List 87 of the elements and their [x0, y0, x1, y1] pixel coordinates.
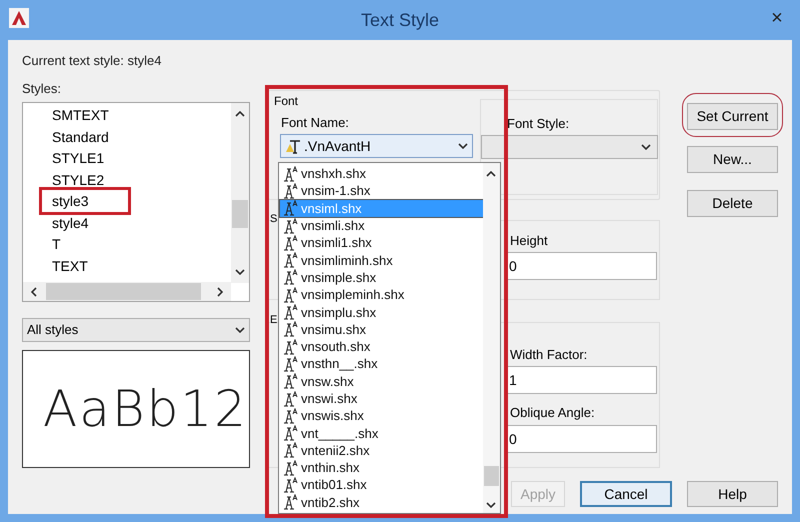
font-name-dropdown[interactable]: .VnAvantH	[280, 134, 473, 158]
side-button[interactable]: Set Current	[687, 103, 778, 130]
chevron-down-icon	[641, 144, 651, 150]
font-option[interactable]: vnsouth.shx	[280, 338, 485, 356]
font-name-label: Font Name:	[281, 114, 349, 132]
scroll-thumb[interactable]	[232, 200, 248, 228]
width-factor-field[interactable]: 1	[505, 366, 657, 394]
font-file-icon	[282, 166, 298, 182]
font-option[interactable]: vnsimli.shx	[280, 216, 485, 234]
font-style-dropdown[interactable]	[481, 135, 658, 159]
font-file-icon	[282, 476, 298, 493]
font-file-icon	[282, 408, 298, 424]
styles-label: Styles:	[22, 80, 62, 98]
font-file-icon	[282, 460, 298, 476]
font-file-icon	[282, 425, 298, 442]
vertical-scrollbar[interactable]	[231, 103, 249, 283]
scroll-up-icon	[486, 171, 496, 177]
chevron-down-icon	[458, 143, 468, 149]
horizontal-scrollbar[interactable]	[23, 282, 231, 301]
oblique-angle-field[interactable]: 0	[505, 425, 657, 453]
scroll-thumb[interactable]	[484, 466, 499, 486]
font-option[interactable]: vnshxh.shx	[280, 165, 485, 182]
scroll-thumb[interactable]	[46, 283, 201, 300]
style-item[interactable]: style3	[51, 191, 110, 212]
dialog-button[interactable]: Cancel	[580, 481, 672, 507]
group-label: E	[270, 314, 278, 327]
style-item[interactable]: Standard	[51, 126, 110, 148]
scroll-right-icon	[217, 287, 223, 297]
font-option[interactable]: vnt_____.shx	[280, 424, 485, 442]
height-label: Height	[510, 232, 548, 250]
scroll-left-icon	[31, 287, 37, 297]
font-file-icon	[282, 442, 298, 458]
scroll-up-icon	[235, 111, 245, 117]
truetype-font-icon	[285, 138, 301, 154]
font-option[interactable]: vnsthn__.shx	[280, 355, 485, 373]
font-file-icon	[282, 182, 298, 199]
font-file-icon	[282, 494, 298, 510]
font-file-icon	[282, 269, 298, 286]
font-file-icon	[282, 200, 298, 216]
font-file-icon	[282, 286, 298, 303]
style-item[interactable]: TEXT	[51, 256, 110, 277]
font-file-icon	[282, 234, 298, 251]
font-option[interactable]: vnsimple.shx	[280, 268, 485, 286]
side-button[interactable]: Delete	[687, 190, 778, 217]
font-file-icon	[282, 252, 298, 268]
font-file-icon	[282, 356, 298, 372]
font-option[interactable]: vnsimli1.shx	[280, 234, 485, 252]
font-file-icon	[282, 321, 298, 338]
vertical-scrollbar[interactable]	[483, 163, 500, 513]
font-file-icon	[282, 390, 298, 406]
oblique-angle-label: Oblique Angle:	[510, 404, 595, 422]
style-item[interactable]: STYLE1	[51, 148, 110, 170]
font-option[interactable]: vnswis.shx	[280, 407, 485, 424]
side-button[interactable]: New...	[687, 146, 778, 173]
group-label: S	[270, 213, 278, 226]
app-logo-icon	[9, 8, 29, 28]
close-button[interactable]: ×	[764, 6, 790, 30]
width-factor-label: Width Factor:	[510, 346, 588, 364]
font-option[interactable]: vnswi.shx	[280, 390, 485, 408]
font-option[interactable]: vntib01.shx	[280, 476, 485, 494]
preview-text: AaBb12	[43, 379, 248, 439]
scroll-down-icon	[235, 269, 245, 275]
font-file-icon	[282, 304, 298, 320]
chevron-down-icon	[235, 327, 245, 333]
font-option[interactable]: vnsimu.shx	[280, 320, 485, 338]
font-option[interactable]: vnsimpleminh.shx	[280, 286, 485, 304]
font-option[interactable]: vntib2.shx	[280, 494, 485, 511]
height-field[interactable]: 0	[505, 252, 657, 280]
style-item[interactable]: T	[51, 234, 110, 256]
style-item[interactable]: SMTEXT	[51, 105, 110, 126]
font-option[interactable]: vnsw.shx	[280, 372, 485, 390]
font-file-icon	[282, 373, 298, 390]
font-option[interactable]: vnthin.shx	[280, 459, 485, 476]
styles-filter-dropdown[interactable]: All styles	[22, 318, 250, 342]
font-option[interactable]: vnsimplu.shx	[280, 303, 485, 321]
font-file-icon	[282, 218, 298, 234]
window-title: Text Style	[360, 8, 440, 32]
scroll-down-icon	[486, 502, 496, 508]
font-option[interactable]: vntenii2.shx	[280, 442, 485, 460]
font-option[interactable]: vnsim-1.shx	[280, 182, 485, 200]
dialog-button[interactable]: Help	[687, 481, 778, 507]
current-style-label: Current text style: style4	[22, 54, 162, 68]
font-file-icon	[282, 338, 298, 355]
style-item[interactable]: style4	[51, 212, 110, 234]
font-style-label: Font Style:	[507, 115, 570, 133]
style-item[interactable]: STYLE2	[51, 170, 110, 191]
font-option[interactable]: vnsimliminh.shx	[280, 251, 485, 269]
